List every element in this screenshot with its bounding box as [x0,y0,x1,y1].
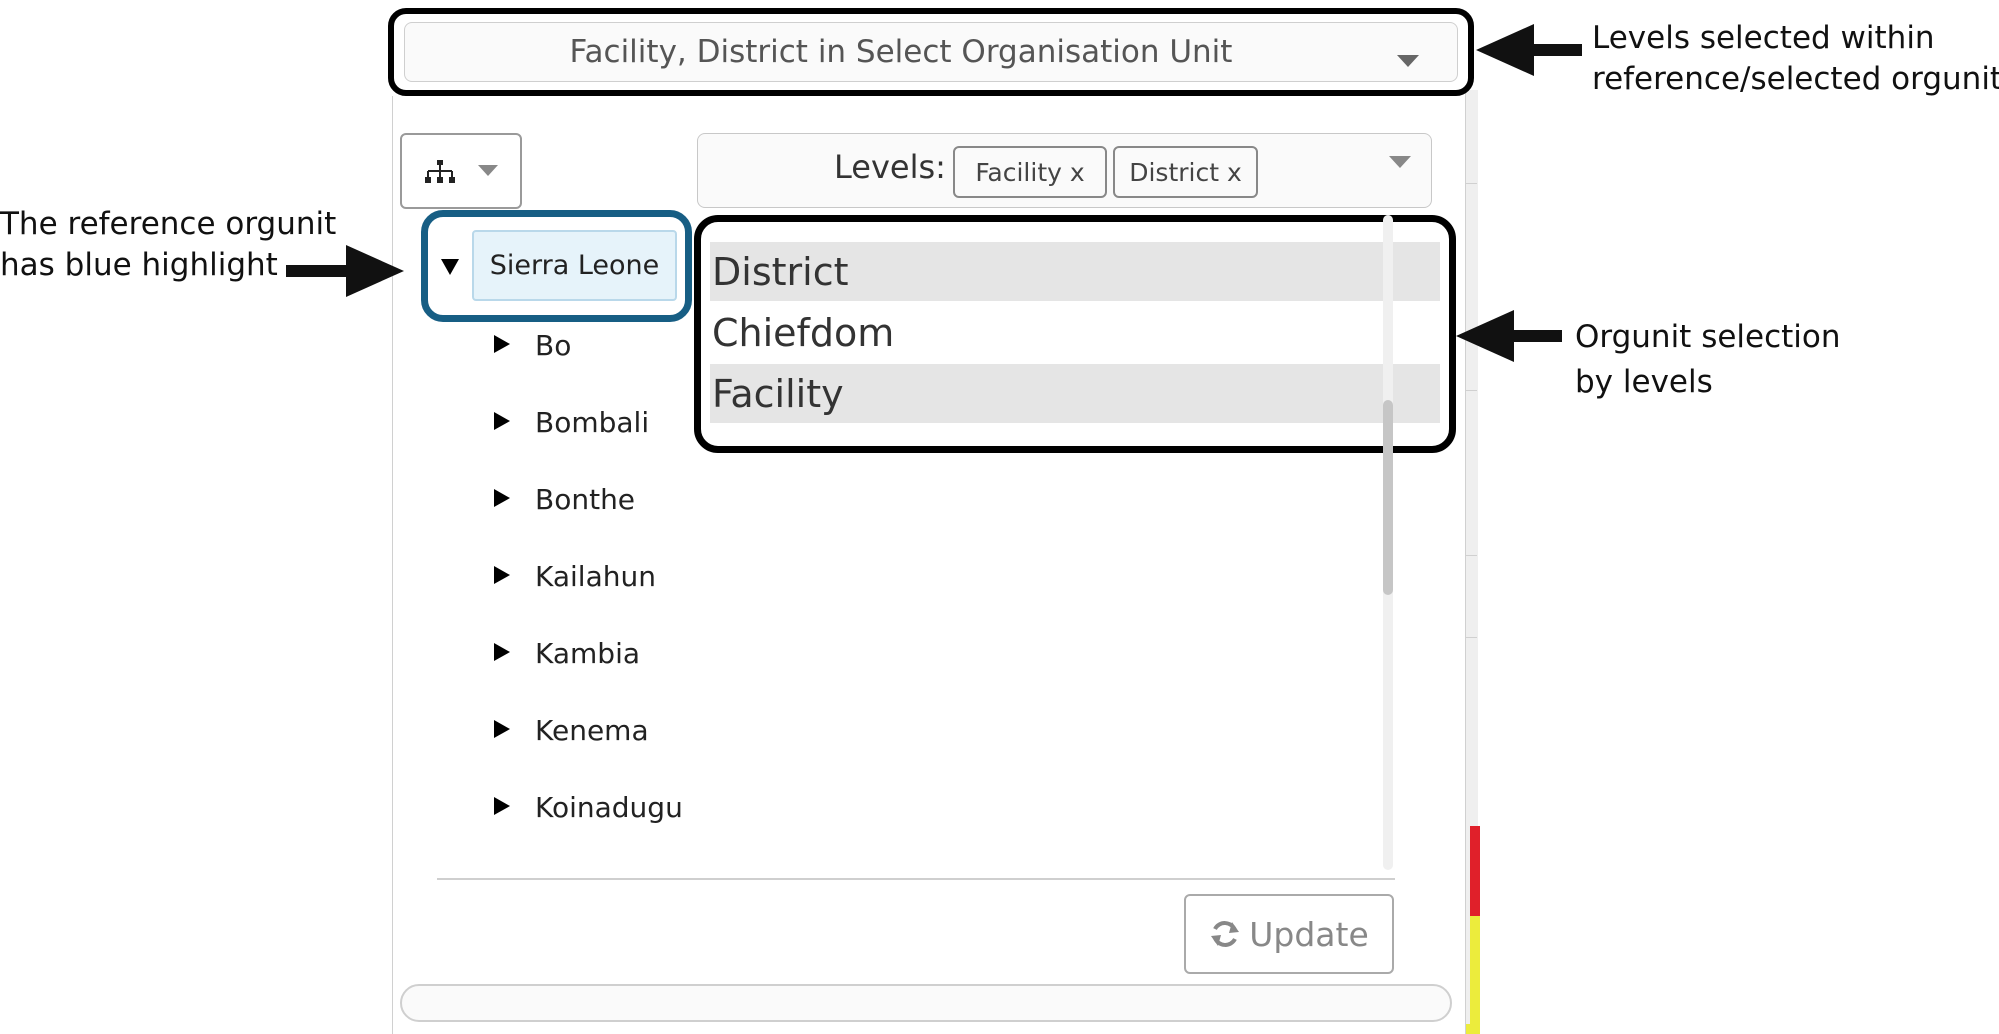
collapsed-triangle-icon[interactable] [494,489,510,507]
chevron-down-icon[interactable] [1397,55,1419,67]
annotation-arrow-icon [1476,24,1534,76]
chevron-down-icon [478,165,498,176]
collapsed-triangle-icon[interactable] [494,720,510,738]
background-divider [1465,637,1477,638]
background-red-cell [1470,826,1480,916]
annotation-arrow-shaft [1510,330,1562,342]
tree-node-bo[interactable]: Bo [535,329,571,362]
annotation-arrow-icon [346,245,404,297]
tree-node-kailahun[interactable]: Kailahun [535,560,656,593]
panel-divider [437,878,1395,880]
orgunit-summary-text: Facility, District in Select Organisatio… [569,34,1233,70]
annotation-reference-line2: has blue highlight [0,247,278,283]
annotation-arrow-shaft [1530,44,1582,56]
tree-node-koinadugu[interactable]: Koinadugu [535,791,683,824]
tree-node-bombali[interactable]: Bombali [535,406,649,439]
collapsed-triangle-icon[interactable] [494,335,510,353]
background-divider [1465,183,1477,184]
collapsed-triangle-icon[interactable] [494,412,510,430]
tree-node-bonthe[interactable]: Bonthe [535,483,635,516]
level-chip-district[interactable]: District x [1113,146,1258,198]
refresh-icon [1211,921,1240,947]
orgunit-summary-select[interactable]: Facility, District in Select Organisatio… [388,8,1474,96]
collapsed-triangle-icon[interactable] [494,566,510,584]
tree-scrollbar-thumb[interactable] [1383,400,1393,595]
annotation-selection-line1: Orgunit selection [1575,319,1841,355]
levels-label: Levels: [834,148,946,186]
panel-horizontal-scrollbar[interactable] [400,984,1452,1022]
update-button-label: Update [1249,914,1369,954]
annotation-reference-line1: The reference orgunit [0,206,337,242]
background-divider [1465,390,1477,391]
background-divider [1465,555,1477,556]
orgunit-summary-field[interactable]: Facility, District in Select Organisatio… [404,22,1458,82]
chevron-down-icon[interactable] [1389,156,1411,168]
level-option-facility[interactable]: Facility [710,364,1440,423]
tree-node-kambia[interactable]: Kambia [535,637,640,670]
level-option-chiefdom[interactable]: Chiefdom [710,303,1440,362]
tree-root-sierra-leone[interactable]: Sierra Leone [472,230,677,301]
annotation-selection-line2: by levels [1575,364,1713,400]
level-option-district[interactable]: District [710,242,1440,301]
annotation-levels-line1: Levels selected within [1592,20,1935,56]
level-chip-facility[interactable]: Facility x [953,146,1107,198]
collapsed-triangle-icon[interactable] [494,643,510,661]
update-button[interactable]: Update [1184,894,1394,974]
expand-triangle-icon[interactable] [441,259,459,275]
hierarchy-icon [425,160,455,183]
hierarchy-mode-button[interactable] [400,133,522,209]
collapsed-triangle-icon[interactable] [494,797,510,815]
background-yellow-cell [1470,916,1480,1034]
annotation-levels-line2: reference/selected orgunit [1592,61,1999,97]
tree-node-kenema[interactable]: Kenema [535,714,649,747]
annotation-arrow-shaft [286,265,346,277]
annotation-arrow-icon [1456,310,1514,362]
